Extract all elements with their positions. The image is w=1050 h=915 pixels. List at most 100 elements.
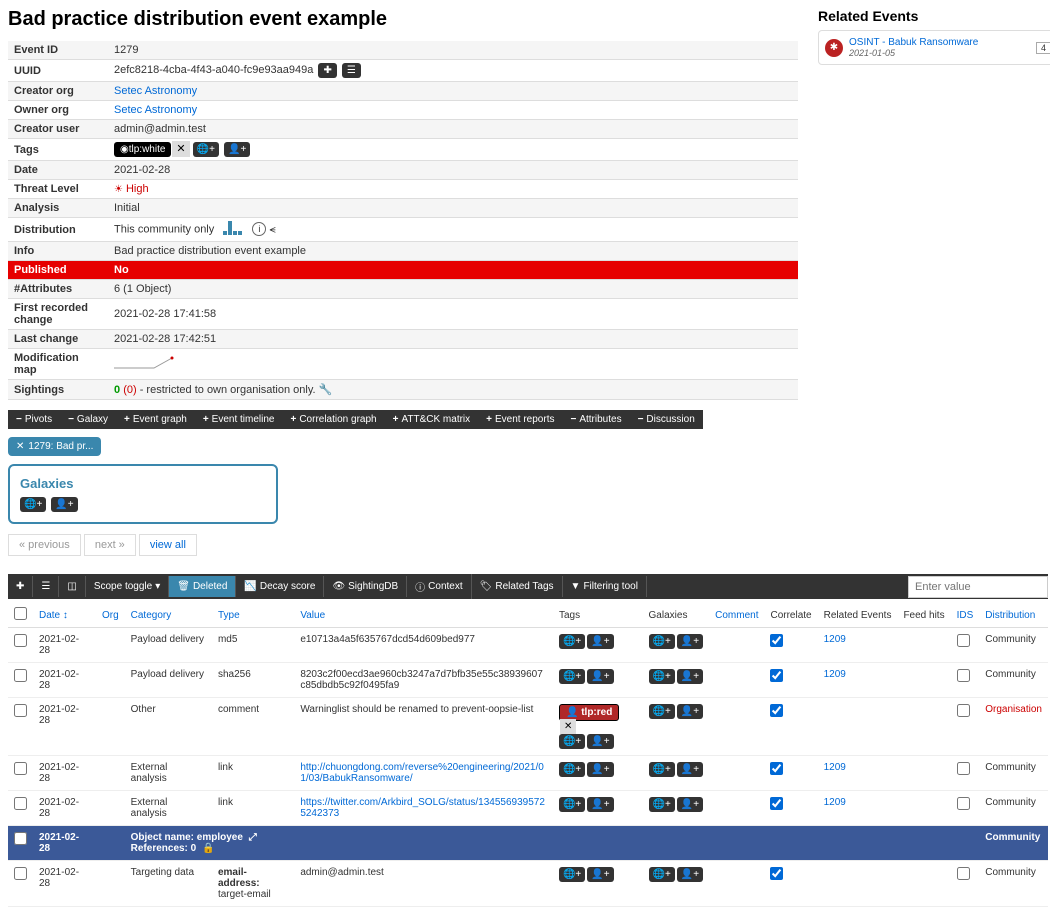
- row-add-local-tag[interactable]: 👤+: [677, 669, 703, 684]
- row-add-local-tag[interactable]: 👤+: [587, 867, 613, 882]
- deleted-button[interactable]: 🗑 Deleted: [169, 576, 236, 597]
- row-add-local-tag[interactable]: 👤+: [587, 734, 613, 749]
- galaxy-add-local-button[interactable]: 👤+: [51, 497, 77, 512]
- row-add-global-tag[interactable]: 🌐+: [559, 734, 585, 749]
- row-correlate-checkbox[interactable]: [770, 704, 783, 717]
- uuid-expand-button[interactable]: ✚: [318, 63, 336, 78]
- row-checkbox[interactable]: [14, 797, 27, 810]
- row-value-link[interactable]: http://chuongdong.com/reverse%20engineer…: [300, 762, 544, 784]
- label-last-change: Last change: [8, 330, 108, 349]
- label-attributes: #Attributes: [8, 280, 108, 299]
- col-org[interactable]: Org: [96, 603, 125, 628]
- expand-icon[interactable]: ⤢: [246, 832, 257, 843]
- related-event-item[interactable]: ✱ OSINT - Babuk Ransomware 2021-01-05 4: [818, 30, 1050, 65]
- col-value[interactable]: Value: [294, 603, 553, 628]
- row-value-link[interactable]: https://twitter.com/Arkbird_SOLG/status/…: [300, 797, 545, 819]
- row-add-local-tag[interactable]: 👤+: [677, 867, 703, 882]
- row-add-local-tag[interactable]: 👤+: [677, 762, 703, 777]
- row-add-global-tag[interactable]: 🌐+: [559, 867, 585, 882]
- tag-remove-button[interactable]: ✕: [560, 719, 576, 734]
- pager-prev[interactable]: « previous: [8, 534, 81, 556]
- related-event-name: OSINT - Babuk Ransomware: [849, 37, 978, 48]
- row-add-global-tag[interactable]: 🌐+: [649, 634, 675, 649]
- pager-view-all[interactable]: view all: [139, 534, 197, 556]
- pager-next[interactable]: next »: [84, 534, 136, 556]
- row-add-global-tag[interactable]: 🌐+: [649, 704, 675, 719]
- row-add-global-tag[interactable]: 🌐+: [649, 797, 675, 812]
- link-owner-org[interactable]: Setec Astronomy: [114, 104, 197, 116]
- tab-pivots[interactable]: −Pivots: [8, 410, 60, 429]
- row-add-global-tag[interactable]: 🌐+: [649, 762, 675, 777]
- add-local-tag-button[interactable]: 👤+: [224, 142, 250, 157]
- section-tabs: −Pivots −Galaxy +Event graph +Event time…: [8, 410, 703, 429]
- tag-tlp-white[interactable]: ◉ tlp:white: [114, 142, 171, 157]
- group-button[interactable]: ◫: [59, 576, 85, 597]
- scope-toggle-button[interactable]: Scope toggle ▾: [86, 576, 169, 597]
- row-date: 2021-02-28: [33, 756, 96, 791]
- tab-event-reports[interactable]: +Event reports: [478, 410, 562, 429]
- uuid-list-button[interactable]: ☰: [342, 63, 361, 78]
- tab-attck-matrix[interactable]: +ATT&CK matrix: [385, 410, 479, 429]
- row-correlate-checkbox[interactable]: [770, 867, 783, 880]
- row-add-local-tag[interactable]: 👤+: [677, 634, 703, 649]
- pivot-chip[interactable]: ✕1279: Bad pr...: [8, 437, 101, 456]
- row-correlate-checkbox[interactable]: [770, 634, 783, 647]
- link-creator-org[interactable]: Setec Astronomy: [114, 85, 197, 97]
- tab-event-timeline[interactable]: +Event timeline: [195, 410, 283, 429]
- row-correlate-checkbox[interactable]: [770, 797, 783, 810]
- share-icon[interactable]: ⪪: [269, 223, 275, 235]
- row-correlate-checkbox[interactable]: [770, 762, 783, 775]
- row-add-global-tag[interactable]: 🌐+: [559, 762, 585, 777]
- col-comment[interactable]: Comment: [709, 603, 764, 628]
- row-category: Payload delivery: [125, 663, 212, 698]
- row-add-global-tag[interactable]: 🌐+: [559, 797, 585, 812]
- tab-attributes[interactable]: −Attributes: [562, 410, 629, 429]
- col-category[interactable]: Category: [125, 603, 212, 628]
- value-distribution: This community only: [114, 223, 214, 235]
- filtering-tool-button[interactable]: ▼ Filtering tool: [563, 576, 647, 597]
- related-tags-button[interactable]: 🏷 Related Tags: [472, 576, 563, 597]
- row-add-global-tag[interactable]: 🌐+: [559, 634, 585, 649]
- lock-icon[interactable]: 🔒: [199, 843, 214, 854]
- row-add-local-tag[interactable]: 👤+: [587, 669, 613, 684]
- row-checkbox[interactable]: [14, 704, 27, 717]
- row-checkbox[interactable]: [14, 867, 27, 880]
- row-add-local-tag[interactable]: 👤+: [587, 634, 613, 649]
- add-attribute-button[interactable]: ✚: [8, 576, 33, 597]
- tag-remove-button[interactable]: ✕: [172, 141, 189, 157]
- sightings-config-icon[interactable]: 🔧: [319, 384, 333, 396]
- row-checkbox[interactable]: [14, 634, 27, 647]
- row-add-local-tag[interactable]: 👤+: [587, 797, 613, 812]
- row-add-global-tag[interactable]: 🌐+: [649, 669, 675, 684]
- tab-event-graph[interactable]: +Event graph: [116, 410, 195, 429]
- attribute-search-input[interactable]: [908, 576, 1048, 598]
- sightings-note: - restricted to own organisation only.: [140, 384, 316, 396]
- row-type: comment: [212, 698, 294, 756]
- pager: « previous next » view all: [8, 534, 798, 556]
- row-add-local-tag[interactable]: 👤+: [677, 704, 703, 719]
- list-button[interactable]: ☰: [33, 576, 59, 597]
- select-all-checkbox[interactable]: [14, 607, 27, 620]
- tab-discussion[interactable]: −Discussion: [630, 410, 703, 429]
- row-checkbox[interactable]: [14, 832, 27, 845]
- context-button[interactable]: ⓘ Context: [407, 574, 471, 599]
- label-tags: Tags: [8, 139, 108, 161]
- row-add-local-tag[interactable]: 👤+: [587, 762, 613, 777]
- row-checkbox[interactable]: [14, 669, 27, 682]
- col-date[interactable]: Date ↕: [33, 603, 96, 628]
- galaxy-add-global-button[interactable]: 🌐+: [20, 497, 46, 512]
- decay-score-button[interactable]: 📉 Decay score: [236, 576, 324, 597]
- sightingdb-button[interactable]: 👁 SightingDB: [324, 576, 407, 597]
- chip-close-icon[interactable]: ✕: [16, 441, 24, 452]
- col-type[interactable]: Type: [212, 603, 294, 628]
- distribution-info-icon[interactable]: i: [252, 222, 266, 236]
- row-add-global-tag[interactable]: 🌐+: [559, 669, 585, 684]
- tab-correlation-graph[interactable]: +Correlation graph: [282, 410, 384, 429]
- row-checkbox[interactable]: [14, 762, 27, 775]
- add-global-tag-button[interactable]: 🌐+: [193, 142, 219, 157]
- row-add-local-tag[interactable]: 👤+: [677, 797, 703, 812]
- row-correlate-checkbox[interactable]: [770, 669, 783, 682]
- tab-galaxy[interactable]: −Galaxy: [60, 410, 116, 429]
- row-add-global-tag[interactable]: 🌐+: [649, 867, 675, 882]
- row-category: External analysis: [125, 791, 212, 826]
